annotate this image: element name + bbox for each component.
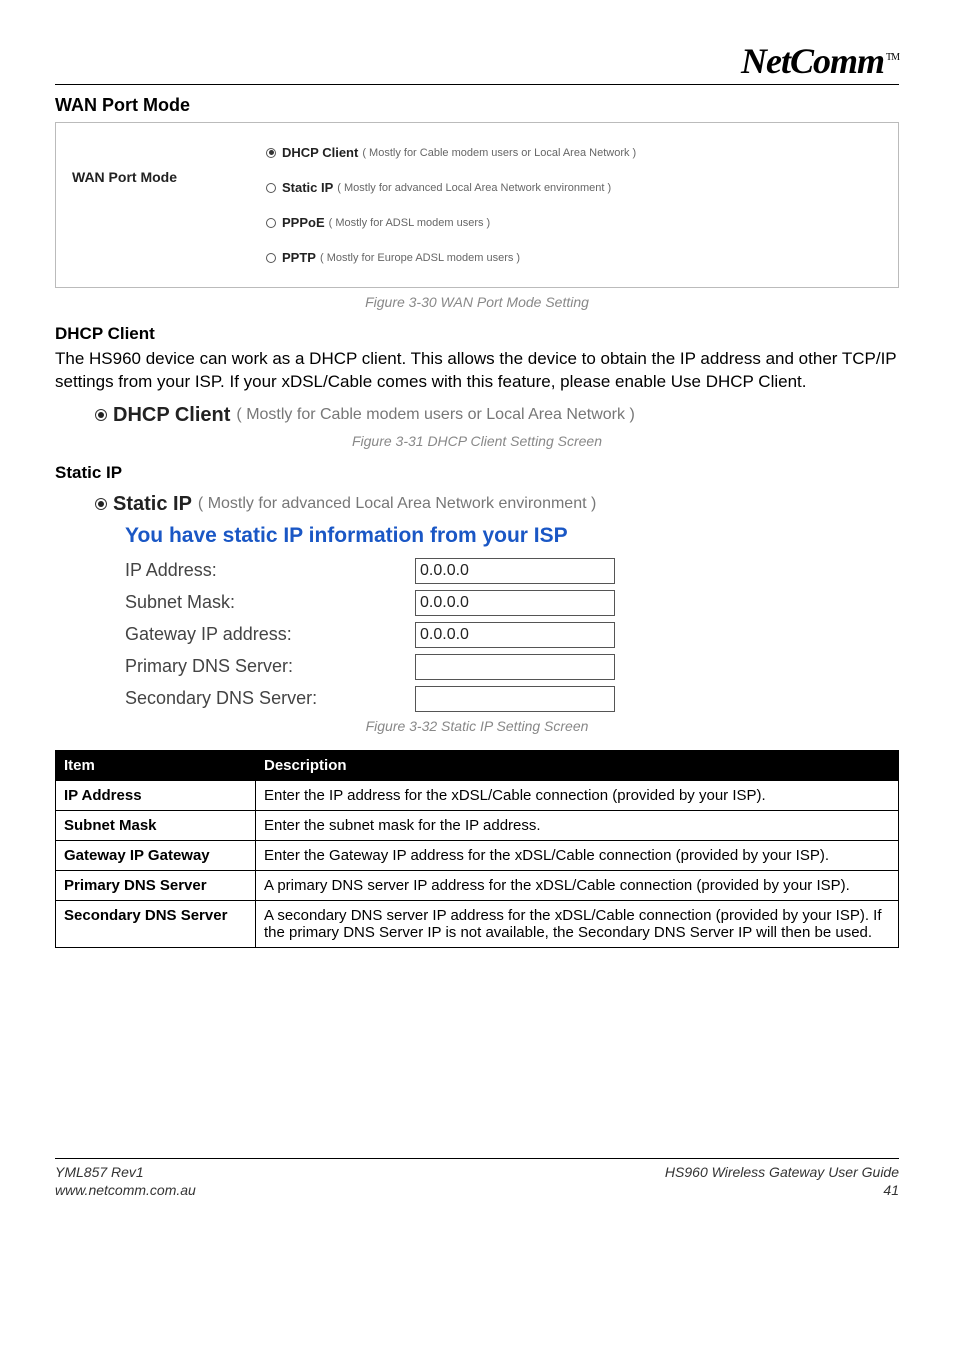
subnet-mask-input[interactable]: 0.0.0.0	[415, 590, 615, 616]
primary-dns-row: Primary DNS Server:	[125, 654, 899, 680]
wan-option-dhcp[interactable]: DHCP Client ( Mostly for Cable modem use…	[266, 135, 888, 170]
wan-option-hint: ( Mostly for Cable modem users or Local …	[362, 147, 636, 159]
gateway-value: 0.0.0.0	[420, 626, 469, 644]
cell-desc: Enter the subnet mask for the IP address…	[256, 810, 899, 840]
table-row: Subnet Mask Enter the subnet mask for th…	[56, 810, 899, 840]
gateway-row: Gateway IP address: 0.0.0.0	[125, 622, 899, 648]
radio-icon	[95, 498, 107, 510]
wan-left-label: WAN Port Mode	[56, 123, 256, 287]
cell-desc: A secondary DNS server IP address for th…	[256, 900, 899, 947]
cell-item: IP Address	[56, 780, 256, 810]
secondary-dns-row: Secondary DNS Server:	[125, 686, 899, 712]
radio-icon	[266, 253, 276, 263]
header-divider	[55, 84, 899, 85]
cell-item: Gateway IP Gateway	[56, 840, 256, 870]
cell-item: Secondary DNS Server	[56, 900, 256, 947]
table-row: Primary DNS Server A primary DNS server …	[56, 870, 899, 900]
static-form-title: You have static IP information from your…	[125, 524, 899, 548]
subnet-mask-row: Subnet Mask: 0.0.0.0	[125, 590, 899, 616]
primary-dns-label: Primary DNS Server:	[125, 656, 415, 677]
footer-title: HS960 Wireless Gateway User Guide	[665, 1163, 899, 1181]
table-row: Secondary DNS Server A secondary DNS ser…	[56, 900, 899, 947]
ip-address-value: 0.0.0.0	[420, 562, 469, 580]
static-ip-description-table: Item Description IP Address Enter the IP…	[55, 750, 899, 948]
footer-rev: YML857 Rev1	[55, 1163, 196, 1181]
radio-icon	[266, 183, 276, 193]
static-ip-heading: Static IP	[55, 463, 899, 483]
wan-option-label: PPTP	[282, 250, 316, 265]
wan-option-static[interactable]: Static IP ( Mostly for advanced Local Ar…	[266, 170, 888, 205]
table-row: Gateway IP Gateway Enter the Gateway IP …	[56, 840, 899, 870]
figure-3-32-caption: Figure 3-32 Static IP Setting Screen	[55, 718, 899, 734]
wan-options: DHCP Client ( Mostly for Cable modem use…	[256, 123, 898, 287]
figure-3-30-caption: Figure 3-30 WAN Port Mode Setting	[55, 294, 899, 310]
dhcp-line-label: DHCP Client	[113, 404, 230, 427]
secondary-dns-input[interactable]	[415, 686, 615, 712]
wan-option-pptp[interactable]: PPTP ( Mostly for Europe ADSL modem user…	[266, 240, 888, 275]
ip-address-input[interactable]: 0.0.0.0	[415, 558, 615, 584]
dhcp-client-body: The HS960 device can work as a DHCP clie…	[55, 348, 899, 394]
wan-port-mode-heading: WAN Port Mode	[55, 95, 899, 116]
static-ip-form: You have static IP information from your…	[125, 524, 899, 712]
static-line-label: Static IP	[113, 493, 192, 516]
cell-desc: Enter the IP address for the xDSL/Cable …	[256, 780, 899, 810]
cell-desc: A primary DNS server IP address for the …	[256, 870, 899, 900]
footer-page-number: 41	[665, 1181, 899, 1199]
footer-divider	[55, 1158, 899, 1159]
logo: NetCommTM	[741, 40, 899, 82]
cell-item: Subnet Mask	[56, 810, 256, 840]
static-line-hint: ( Mostly for advanced Local Area Network…	[198, 495, 596, 513]
ip-address-label: IP Address:	[125, 560, 415, 581]
radio-icon	[95, 409, 107, 421]
dhcp-line-hint: ( Mostly for Cable modem users or Local …	[236, 406, 634, 424]
logo-tm: TM	[886, 52, 899, 63]
wan-option-hint: ( Mostly for advanced Local Area Network…	[337, 182, 611, 194]
table-row: IP Address Enter the IP address for the …	[56, 780, 899, 810]
wan-option-label: PPPoE	[282, 215, 325, 230]
wan-option-hint: ( Mostly for ADSL modem users )	[329, 217, 491, 229]
wan-option-hint: ( Mostly for Europe ADSL modem users )	[320, 252, 520, 264]
subnet-mask-value: 0.0.0.0	[420, 594, 469, 612]
static-ip-radio-line[interactable]: Static IP ( Mostly for advanced Local Ar…	[95, 493, 899, 516]
footer-url: www.netcomm.com.au	[55, 1181, 196, 1199]
wan-port-mode-box: WAN Port Mode DHCP Client ( Mostly for C…	[55, 122, 899, 288]
secondary-dns-label: Secondary DNS Server:	[125, 688, 415, 709]
dhcp-client-heading: DHCP Client	[55, 324, 899, 344]
radio-icon	[266, 148, 276, 158]
page-footer: YML857 Rev1 www.netcomm.com.au HS960 Wir…	[55, 1158, 899, 1199]
cell-item: Primary DNS Server	[56, 870, 256, 900]
table-header-description: Description	[256, 750, 899, 780]
logo-text: NetComm	[741, 41, 884, 81]
gateway-label: Gateway IP address:	[125, 624, 415, 645]
radio-icon	[266, 218, 276, 228]
dhcp-client-radio-line[interactable]: DHCP Client ( Mostly for Cable modem use…	[95, 404, 899, 427]
gateway-input[interactable]: 0.0.0.0	[415, 622, 615, 648]
wan-option-pppoe[interactable]: PPPoE ( Mostly for ADSL modem users )	[266, 205, 888, 240]
ip-address-row: IP Address: 0.0.0.0	[125, 558, 899, 584]
wan-option-label: Static IP	[282, 180, 333, 195]
table-header-item: Item	[56, 750, 256, 780]
figure-3-31-caption: Figure 3-31 DHCP Client Setting Screen	[55, 433, 899, 449]
cell-desc: Enter the Gateway IP address for the xDS…	[256, 840, 899, 870]
subnet-mask-label: Subnet Mask:	[125, 592, 415, 613]
primary-dns-input[interactable]	[415, 654, 615, 680]
wan-option-label: DHCP Client	[282, 145, 358, 160]
